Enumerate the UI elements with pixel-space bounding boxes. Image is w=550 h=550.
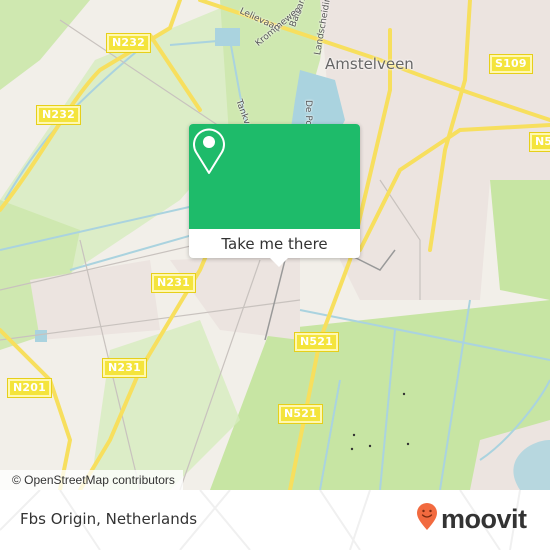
popup-header [189,124,360,229]
road-shield: N231 [151,273,196,293]
map-view[interactable]: Amstelveen Lelievaart Balkanbaan Krommew… [0,0,550,490]
footer: Fbs Origin, Netherlands moovit [0,490,550,550]
map-attribution[interactable]: © OpenStreetMap contributors [0,470,183,490]
take-me-there-button[interactable]: Take me there [189,229,360,258]
road-shield: N201 [7,378,52,398]
popup-pointer [270,258,288,267]
road-shield: N521 [278,404,323,424]
moovit-pin-icon [416,503,438,535]
place-label-amstelveen: Amstelveen [325,55,414,73]
location-popup: Take me there [189,124,360,267]
road-shield: S109 [489,54,533,74]
road-shield: N232 [106,33,151,53]
road-shield: N231 [102,358,147,378]
moovit-wordmark: moovit [441,504,527,534]
moovit-logo[interactable]: moovit [416,503,527,535]
location-title: Fbs Origin, Netherlands [20,510,198,528]
road-shield: N521 [294,332,339,352]
road-shield: N232 [36,105,81,125]
road-shield: N521 [529,132,550,152]
